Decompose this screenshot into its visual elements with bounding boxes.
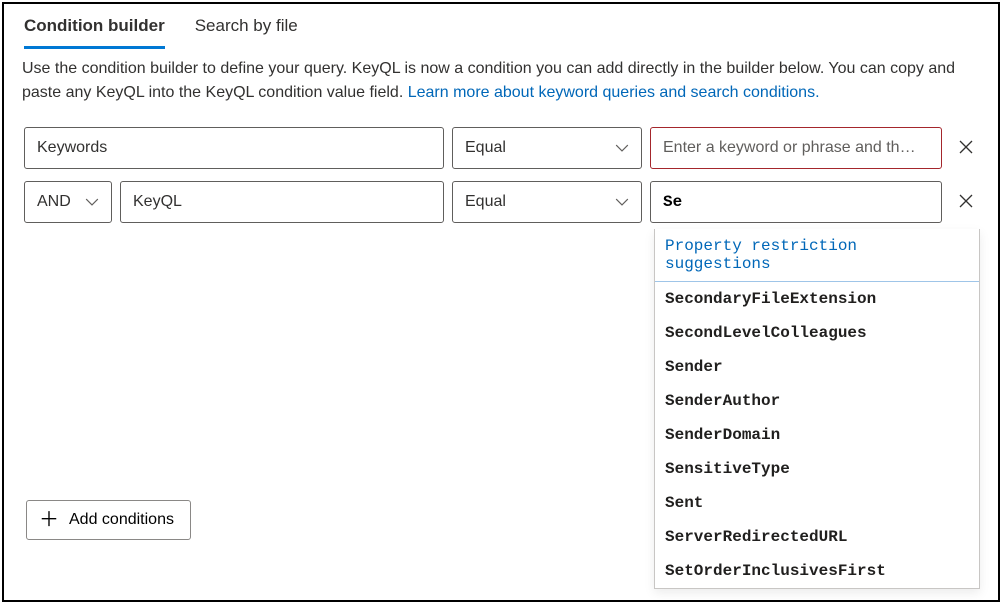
suggestion-item[interactable]: SensitiveType xyxy=(655,452,979,486)
chevron-down-icon xyxy=(85,195,99,209)
value-input-keywords[interactable]: Enter a keyword or phrase and th… xyxy=(650,127,942,169)
add-conditions-button[interactable]: ＋ Add conditions xyxy=(26,500,191,540)
operator-select[interactable]: Equal xyxy=(452,181,642,223)
field-label: KeyQL xyxy=(133,193,182,211)
condition-row: AND KeyQL Equal Se xyxy=(24,181,978,223)
suggestion-item[interactable]: SetOrderInclusivesFirst xyxy=(655,554,979,588)
remove-row-button[interactable] xyxy=(956,192,976,212)
suggestion-item[interactable]: SenderAuthor xyxy=(655,384,979,418)
plus-icon: ＋ xyxy=(39,510,59,530)
chevron-down-icon xyxy=(615,141,629,155)
operator-select[interactable]: Equal xyxy=(452,127,642,169)
operator-label: Equal xyxy=(465,139,506,157)
suggestion-item[interactable]: ServerRedirectedURL xyxy=(655,520,979,554)
operator-label: Equal xyxy=(465,193,506,211)
remove-row-button[interactable] xyxy=(956,138,976,158)
field-select-keywords[interactable]: Keywords xyxy=(24,127,444,169)
close-icon xyxy=(958,193,974,212)
suggestion-item[interactable]: SecondaryFileExtension xyxy=(655,282,979,316)
learn-more-link[interactable]: Learn more about keyword queries and sea… xyxy=(408,84,820,101)
value-input-keyql[interactable]: Se xyxy=(650,181,942,223)
logic-label: AND xyxy=(37,193,71,211)
chevron-down-icon xyxy=(615,195,629,209)
suggestion-item[interactable]: Sent xyxy=(655,486,979,520)
tab-condition-builder[interactable]: Condition builder xyxy=(24,12,165,49)
tab-search-by-file[interactable]: Search by file xyxy=(195,12,298,49)
add-conditions-label: Add conditions xyxy=(69,511,174,529)
condition-row: Keywords Equal Enter a keyword or phrase… xyxy=(24,127,978,169)
logic-select[interactable]: AND xyxy=(24,181,112,223)
suggestion-item[interactable]: SecondLevelColleagues xyxy=(655,316,979,350)
field-label: Keywords xyxy=(37,139,107,157)
description-text: Use the condition builder to define your… xyxy=(4,49,998,117)
condition-rows: Keywords Equal Enter a keyword or phrase… xyxy=(4,117,998,223)
suggestion-item[interactable]: Sender xyxy=(655,350,979,384)
close-icon xyxy=(958,139,974,158)
tab-bar: Condition builder Search by file xyxy=(4,4,998,49)
suggestion-item[interactable]: SenderDomain xyxy=(655,418,979,452)
field-select-keyql[interactable]: KeyQL xyxy=(120,181,444,223)
suggestions-dropdown: Property restriction suggestions Seconda… xyxy=(654,229,980,589)
condition-builder-panel: Condition builder Search by file Use the… xyxy=(2,2,1000,602)
suggestions-header: Property restriction suggestions xyxy=(655,229,979,282)
